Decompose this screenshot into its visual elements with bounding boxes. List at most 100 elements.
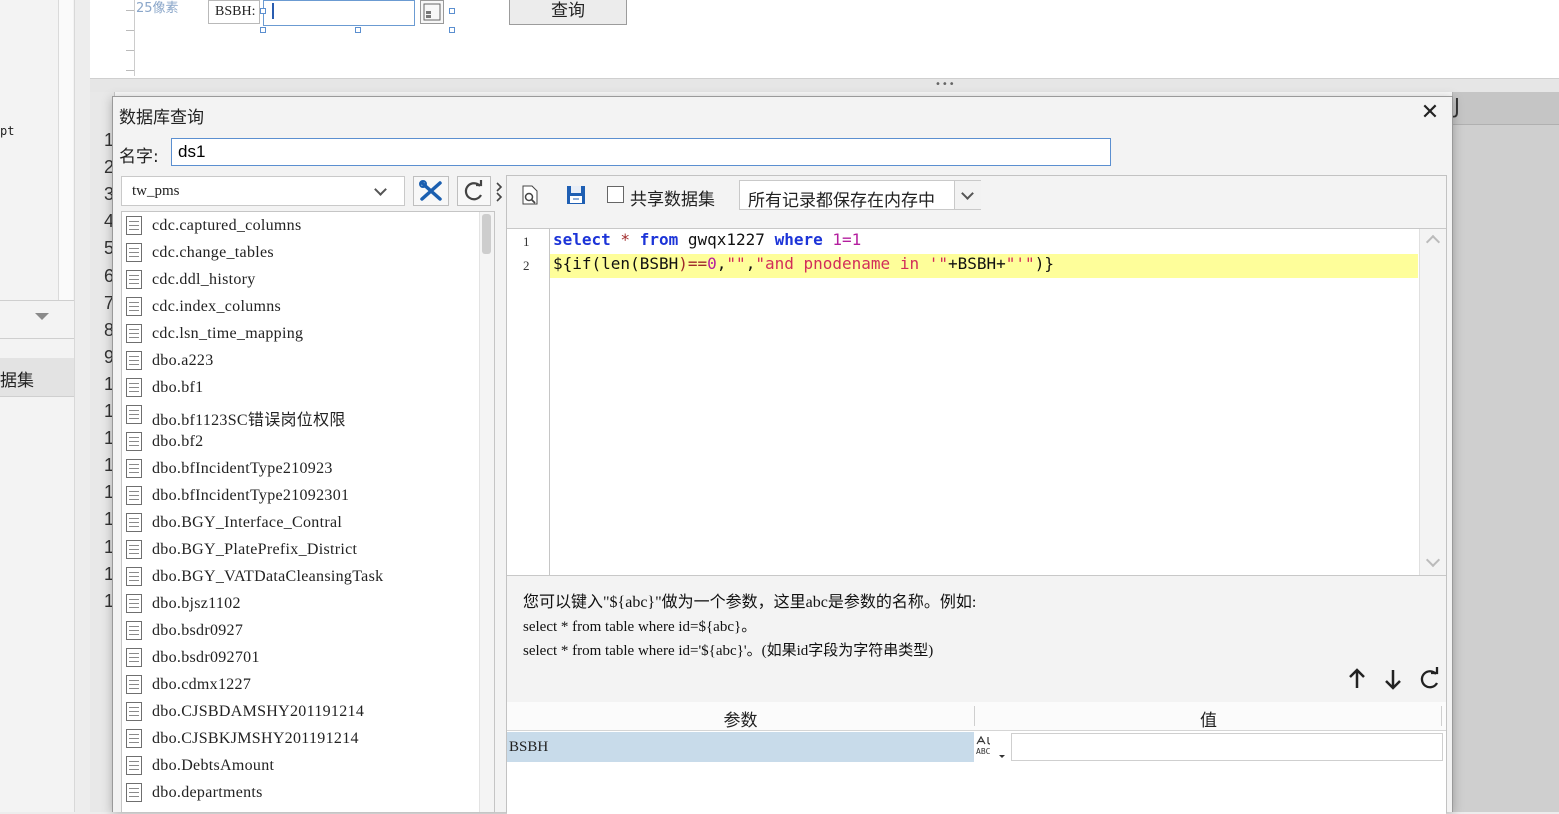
table-list-item[interactable]: dbo.departments <box>126 781 478 807</box>
sql-line-2: ${if(len(BSBH)==0,"","and pnodename in '… <box>553 254 1054 273</box>
param-value-input[interactable] <box>1011 733 1443 761</box>
share-dataset-checkbox[interactable] <box>607 186 624 203</box>
table-list-item[interactable]: dbo.bf1123SC错误岗位权限 <box>126 403 478 429</box>
table-list-item[interactable]: dbo.CJSBDAMSHY201191214 <box>126 700 478 726</box>
selection-handle[interactable] <box>355 27 361 33</box>
table-name: dbo.CJSBKJMSHY201191214 <box>152 730 359 747</box>
svg-text:ABC: ABC <box>976 747 991 756</box>
param-label-widget[interactable]: BSBH: <box>208 0 260 24</box>
table-list-item[interactable]: dbo.DebtsAmount <box>126 754 478 780</box>
text-caret <box>272 3 274 19</box>
table-list-item[interactable]: dbo.bjsz1102 <box>126 592 478 618</box>
scroll-down-icon[interactable] <box>1425 552 1441 568</box>
move-up-icon[interactable] <box>1344 666 1370 692</box>
line-number: 2 <box>523 258 530 273</box>
table-icon <box>126 540 142 559</box>
table-icon <box>126 270 142 289</box>
share-dataset-label: 共享数据集 <box>630 190 715 210</box>
table-icon <box>126 432 142 451</box>
left-panel-label-pt: pt <box>0 124 15 138</box>
table-row[interactable]: BSBH ABC <box>507 732 1446 762</box>
table-list-item[interactable]: dbo.bfIncidentType210923 <box>126 457 478 483</box>
query-editor-pane: 共享数据集 所有记录都保存在内存中 1 2 select * from gwqx… <box>506 175 1447 814</box>
save-query-button[interactable] <box>565 184 587 206</box>
parameter-hint: 您可以键入"${abc}"做为一个参数，这里abc是参数的名称。例如: sele… <box>523 588 976 660</box>
selection-handle[interactable] <box>449 27 455 33</box>
parameter-table-header: 参数 值 <box>507 702 1446 731</box>
database-select[interactable]: tw_pms <box>121 176 405 206</box>
table-icon <box>126 405 142 424</box>
scrollbar-thumb[interactable] <box>482 214 491 254</box>
refresh-tables-button[interactable] <box>457 176 491 206</box>
chevron-down-icon <box>961 187 974 200</box>
table-list-item[interactable]: dbo.BGY_VATDataCleansingTask <box>126 565 478 591</box>
sql-token: where <box>774 230 823 249</box>
line-number: 1 <box>523 234 530 249</box>
table-name: cdc.captured_columns <box>152 217 302 234</box>
param-name-cell[interactable]: BSBH <box>507 732 974 762</box>
left-panel-scrollbar[interactable] <box>58 0 73 300</box>
table-list-item[interactable]: dbo.bf2 <box>126 430 478 456</box>
table-list-item[interactable]: dbo.CJSBKJMSHY201191214 <box>126 727 478 753</box>
table-name: dbo.CJSBDAMSHY201191214 <box>152 703 365 720</box>
table-list-item[interactable]: cdc.index_columns <box>126 295 478 321</box>
scroll-up-icon[interactable] <box>1425 234 1441 250</box>
widget-type-icon[interactable] <box>420 0 444 24</box>
table-name: dbo.bf1123SC错误岗位权限 <box>152 412 346 429</box>
move-down-icon[interactable] <box>1380 666 1406 692</box>
selection-handle[interactable] <box>260 27 266 33</box>
table-list-item[interactable]: cdc.change_tables <box>126 241 478 267</box>
table-list-scrollbar[interactable] <box>479 212 494 812</box>
database-query-dialog: 数据库查询 ✕ 名字: tw_pms cdc.captured_columnsc… <box>112 96 1453 814</box>
sql-token: "and pnodename in '" <box>755 254 948 273</box>
close-icon[interactable]: ✕ <box>1418 101 1442 125</box>
table-icon <box>126 351 142 370</box>
sql-token: * <box>610 230 640 249</box>
left-panel-divider <box>0 396 74 397</box>
string-type-icon[interactable]: ABC <box>975 734 1009 760</box>
table-icon <box>126 675 142 694</box>
preview-button[interactable] <box>519 184 541 206</box>
name-label: 名字: <box>119 147 159 167</box>
refresh-params-icon[interactable] <box>1417 666 1443 692</box>
table-list-item[interactable]: dbo.bsdr092701 <box>126 646 478 672</box>
memory-mode-dropdown-button[interactable] <box>954 181 981 209</box>
dataset-name-input[interactable] <box>171 138 1111 166</box>
edit-connection-button[interactable] <box>413 176 449 206</box>
selection-handle[interactable] <box>449 8 455 14</box>
table-list-item[interactable]: dbo.cdmx1227 <box>126 673 478 699</box>
parameter-table: 参数 值 BSBH ABC <box>507 702 1446 814</box>
query-button[interactable]: 查询 <box>509 0 627 25</box>
selection-handle[interactable] <box>260 8 266 14</box>
table-name: cdc.ddl_history <box>152 271 256 288</box>
table-list-item[interactable]: cdc.lsn_time_mapping <box>126 322 478 348</box>
pane-splitter[interactable]: ••• <box>90 78 1559 93</box>
sql-token: 1=1 <box>822 230 862 249</box>
table-name: dbo.bsdr0927 <box>152 622 244 639</box>
column-header-label: J <box>1454 94 1460 118</box>
toolbar-overflow-icon[interactable] <box>495 177 505 205</box>
table-list-item[interactable]: dbo.a223 <box>126 349 478 375</box>
sql-token: BSBH <box>639 254 679 273</box>
table-icon <box>126 378 142 397</box>
table-list-item[interactable]: dbo.BGY_PlatePrefix_District <box>126 538 478 564</box>
table-list-item[interactable]: cdc.ddl_history <box>126 268 478 294</box>
param-text-widget[interactable] <box>263 0 415 26</box>
table-list-item[interactable]: dbo.bf1 <box>126 376 478 402</box>
table-name: dbo.DebtsAmount <box>152 757 275 774</box>
table-list-item[interactable]: cdc.captured_columns <box>126 214 478 240</box>
collapse-triangle-icon[interactable] <box>35 313 49 320</box>
table-name: dbo.BGY_VATDataCleansingTask <box>152 568 384 585</box>
table-list-item[interactable]: dbo.bfIncidentType21092301 <box>126 484 478 510</box>
table-list-item[interactable]: dbo.bsdr0927 <box>126 619 478 645</box>
table-name: dbo.bsdr092701 <box>152 649 260 666</box>
memory-mode-select[interactable]: 所有记录都保存在内存中 <box>739 180 981 211</box>
table-list-item[interactable]: dbo.BGY_Interface_Contral <box>126 511 478 537</box>
sql-token: , <box>716 254 727 273</box>
table-name: dbo.cdmx1227 <box>152 676 252 693</box>
table-icon <box>126 648 142 667</box>
sql-editor[interactable]: 1 2 select * from gwqx1227 where 1=1 ${i… <box>507 228 1446 576</box>
preview-icon <box>522 185 538 205</box>
sql-editor-scrollbar[interactable] <box>1419 229 1446 575</box>
sql-token: ${if(len( <box>553 254 640 273</box>
